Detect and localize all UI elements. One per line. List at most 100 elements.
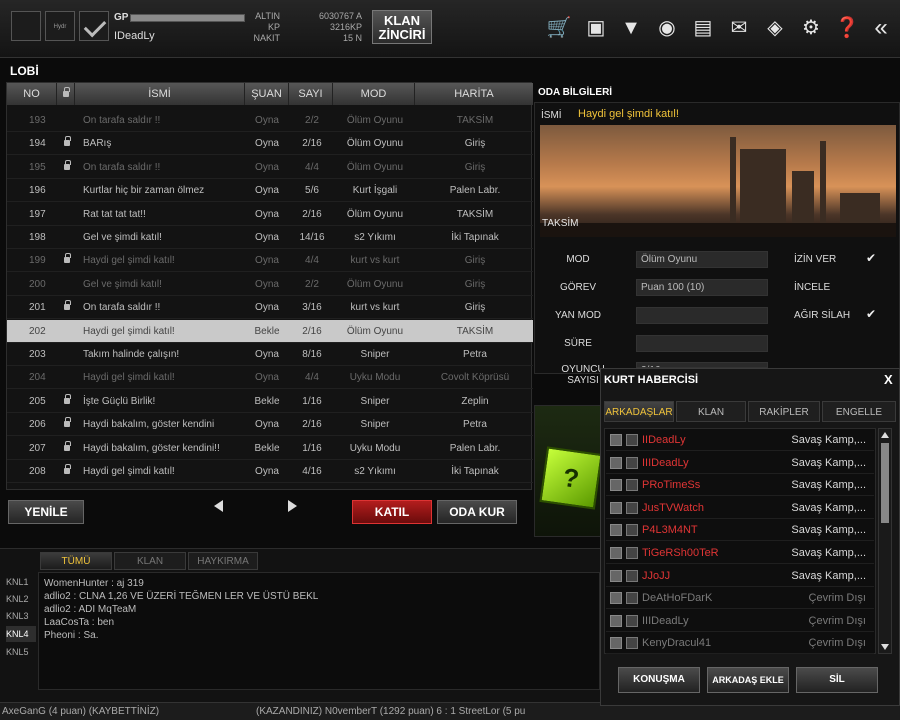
chat-tab-klan[interactable]: KLAN <box>114 552 186 570</box>
fire-icon[interactable]: ◉ <box>654 15 680 41</box>
gift-icon[interactable]: ▤ <box>690 15 716 41</box>
room-state: Oyna <box>255 138 279 150</box>
friend-row[interactable]: IIIDeadLy Çevrim Dışı <box>606 610 874 632</box>
room-row[interactable]: 207 Haydi bakalım, göster kendini!! Bekle 1… <box>7 437 533 460</box>
room-row[interactable]: 204 Haydi gel şimdi katıl! Oyna 4/4 Uyku Mod… <box>7 366 533 390</box>
chat-log <box>38 572 600 690</box>
chat-tab-haykirma[interactable]: HAYKIRMA <box>188 552 258 570</box>
scroll-up-icon[interactable] <box>881 432 889 438</box>
talk-button[interactable]: KONUŞMA <box>618 667 700 693</box>
friend-row[interactable]: TiGeRSh00TeR Savaş Kamp,... <box>606 542 874 564</box>
prev-page-arrow[interactable] <box>214 500 223 512</box>
friend-name: IIDeadLy <box>642 434 686 446</box>
incele-label: İNCELE <box>794 282 831 293</box>
mail-icon[interactable]: ✉ <box>726 15 752 41</box>
friend-row[interactable]: KenyDracul41 Çevrim Dışı <box>606 632 874 655</box>
room-mode: Ölüm Oyunu <box>346 278 404 290</box>
room-row[interactable]: 206 Haydi bakalım, göster kendini Oyna 2/16… <box>7 413 533 437</box>
room-name: Rat tat tat tat!! <box>83 208 146 220</box>
col-suan[interactable]: ŞUAN <box>245 83 289 105</box>
room-row[interactable]: 201 On tarafa saldır !! Oyna 3/16 kurt vs ku… <box>7 296 533 320</box>
room-row[interactable]: 208 Haydi gel şimdi katıl! Oyna 4/16 s2 Yıkı… <box>7 460 533 483</box>
room-row[interactable]: 193 On tarafa saldır !! Oyna 2/2 Ölüm Oyunu T… <box>7 109 533 132</box>
room-count: 4/4 <box>305 255 319 267</box>
close-icon[interactable]: X <box>884 372 893 387</box>
channel-knl3[interactable]: KNL3 <box>6 608 36 624</box>
promo-banner[interactable]: ? <box>534 405 604 537</box>
gear-icon[interactable]: ⚙ <box>798 15 824 41</box>
tab-klan[interactable]: KLAN <box>676 401 746 422</box>
agir-silah-check-icon[interactable]: ✔ <box>866 307 876 321</box>
room-state: Oyna <box>255 466 279 477</box>
room-mode: Sniper <box>360 419 390 431</box>
chat-message: adlio2 : CLNA 1,26 VE ÜZERİ TEĞMEN LER V… <box>44 591 319 602</box>
cart-icon[interactable]: 🛒 <box>546 15 572 41</box>
empty-slot[interactable] <box>11 11 41 41</box>
friend-row[interactable]: IIIDeadLy Savaş Kamp,... <box>606 452 874 474</box>
room-row[interactable]: 205 İşte Güçlü Birlik! Bekle 1/16 Sniper Zepl… <box>7 390 533 413</box>
join-button[interactable]: KATIL <box>352 500 432 524</box>
room-row[interactable]: 202 Haydi gel şimdi katıl! Bekle 2/16 Ölüm O… <box>7 319 533 343</box>
col-no[interactable]: NO <box>7 83 57 105</box>
lock-icon <box>64 136 71 147</box>
delete-button[interactable]: SİL <box>796 667 878 693</box>
col-sayi[interactable]: SAYI <box>289 83 333 105</box>
room-row[interactable]: 197 Rat tat tat tat!! Oyna 2/16 Ölüm Oyunu TA… <box>7 203 533 226</box>
friend-row[interactable]: IIDeadLy Savaş Kamp,... <box>606 429 874 451</box>
room-row[interactable]: 198 Gel ve şimdi katıl! Oyna 14/16 s2 Yıkımı… <box>7 226 533 249</box>
room-row[interactable]: 194 BARış Oyna 2/16 Ölüm Oyunu Giriş <box>7 132 533 156</box>
friends-scrollbar[interactable] <box>878 428 892 654</box>
scroll-down-icon[interactable] <box>881 644 889 650</box>
refresh-button[interactable]: YENİLE <box>8 500 84 524</box>
friend-row[interactable]: DeAtHoFDarK Çevrim Dışı <box>606 587 874 610</box>
next-page-arrow[interactable] <box>288 500 297 512</box>
room-map: Giriş <box>464 302 486 314</box>
friend-row[interactable]: JusTVWatch Savaş Kamp,... <box>606 497 874 519</box>
room-number: 207 <box>29 442 46 454</box>
lock-icon <box>59 437 75 460</box>
friend-row[interactable]: JJoJJ Savaş Kamp,... <box>606 565 874 587</box>
col-harita[interactable]: HARİTA <box>415 83 533 105</box>
add-friend-button[interactable]: ARKADAŞ EKLE <box>707 667 789 693</box>
rank-icon <box>610 434 622 446</box>
save-icon[interactable]: ▣ <box>583 15 609 41</box>
room-map: Giriş <box>464 255 486 267</box>
col-mod[interactable]: MOD <box>333 83 415 105</box>
channel-knl2[interactable]: KNL2 <box>6 591 36 607</box>
tab-friends[interactable]: ARKADAŞLAR <box>604 401 674 422</box>
channel-knl4[interactable]: KNL4 <box>6 626 36 642</box>
room-mode: Uyku Modu <box>349 442 401 454</box>
help-icon[interactable]: ❓ <box>834 15 860 41</box>
tab-block[interactable]: ENGELLE <box>822 401 896 422</box>
back-icon[interactable]: « <box>868 15 894 41</box>
room-row[interactable]: 200 Gel ve şimdi katıl! Oyna 2/2 Ölüm Oyunu G… <box>7 273 533 296</box>
emblem-slot[interactable]: Hydr <box>45 11 75 41</box>
card-icon[interactable]: ◈ <box>762 15 788 41</box>
room-row[interactable]: 196 Kurtlar hiç bir zaman ölmez Oyna 5/6 Kur… <box>7 179 533 203</box>
room-number: 193 <box>29 115 46 126</box>
channel-knl1[interactable]: KNL1 <box>6 574 36 590</box>
friend-row[interactable]: PRoTimeSs Savaş Kamp,... <box>606 474 874 497</box>
room-mode: s2 Yıkımı <box>354 466 396 477</box>
friend-row[interactable]: P4L3M4NT Savaş Kamp,... <box>606 519 874 542</box>
room-mode: Ölüm Oyunu <box>346 115 404 126</box>
create-room-button[interactable]: ODA KUR <box>437 500 517 524</box>
izin-ver-label: İZİN VER <box>794 254 837 265</box>
yan-mod-value <box>636 307 768 324</box>
col-lock[interactable] <box>57 83 75 105</box>
channel-knl5[interactable]: KNL5 <box>6 644 36 660</box>
room-row[interactable]: 195 On tarafa saldır !! Oyna 4/4 Ölüm Oyunu G… <box>7 156 533 179</box>
room-number: 208 <box>29 466 46 477</box>
room-row[interactable]: 199 Haydi gel şimdi katıl! Oyna 4/4 kurt vs … <box>7 249 533 273</box>
room-map: Palen Labr. <box>449 442 501 454</box>
tab-rivals[interactable]: RAKİPLER <box>748 401 820 422</box>
col-isim[interactable]: İSMİ <box>75 83 245 105</box>
chat-tab-all[interactable]: TÜMÜ <box>40 552 112 570</box>
izin-ver-check-icon[interactable]: ✔ <box>866 251 876 265</box>
altin-label: ALTIN <box>255 11 280 21</box>
room-row[interactable]: 203 Takım halinde çalışın! Oyna 8/16 Sniper P… <box>7 343 533 366</box>
scroll-thumb[interactable] <box>881 443 889 523</box>
klan-zinciri-button[interactable]: KLAN ZİNCİRİ <box>372 10 432 44</box>
wolf-icon[interactable]: ▼ <box>618 15 644 41</box>
room-number: 196 <box>29 185 46 197</box>
